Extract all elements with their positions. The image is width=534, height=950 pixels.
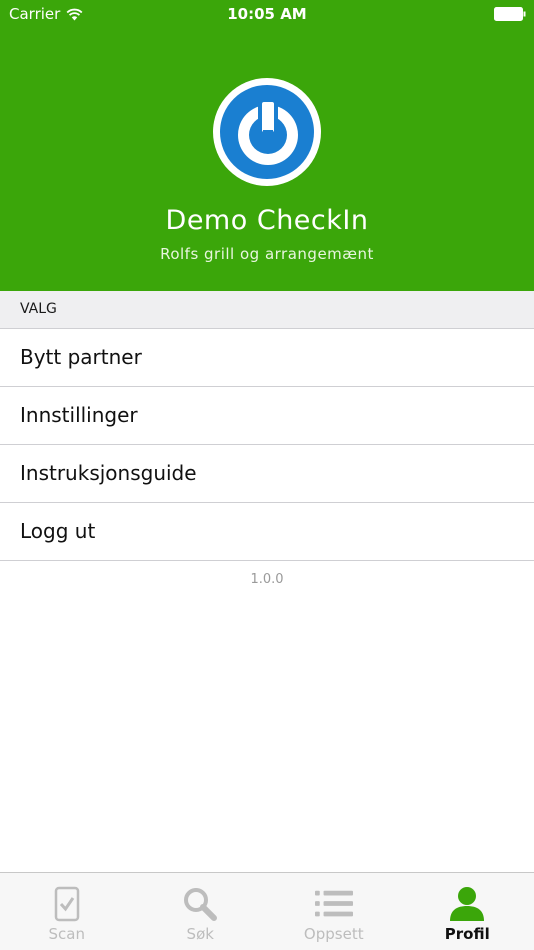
options-menu: Bytt partner Innstillinger Instruksjonsg…	[0, 329, 534, 561]
status-time: 10:05 AM	[227, 5, 307, 23]
menu-item-switch-partner[interactable]: Bytt partner	[0, 329, 534, 387]
menu-item-instruction-guide[interactable]: Instruksjonsguide	[0, 445, 534, 503]
tab-search[interactable]: Søk	[134, 873, 268, 950]
phone-check-icon	[48, 885, 86, 923]
tab-scan[interactable]: Scan	[0, 873, 134, 950]
status-bar: Carrier 10:05 AM	[0, 0, 534, 30]
menu-item-settings[interactable]: Innstillinger	[0, 387, 534, 445]
tab-search-label: Søk	[186, 925, 214, 943]
tab-profile-label: Profil	[444, 925, 490, 943]
profile-header: Carrier 10:05 AM Demo CheckIn Rolfs gril…	[0, 0, 534, 291]
tab-bar: Scan Søk Oppsett Profil	[0, 872, 534, 950]
menu-item-logout[interactable]: Logg ut	[0, 503, 534, 561]
partner-name: Rolfs grill og arrangemænt	[160, 245, 374, 263]
battery-icon	[494, 7, 526, 21]
search-icon	[181, 885, 219, 923]
person-icon	[448, 885, 486, 923]
app-logo	[213, 78, 321, 186]
tab-setup-label: Oppsett	[303, 925, 364, 943]
app-title: Demo CheckIn	[165, 205, 369, 236]
app-version: 1.0.0	[250, 572, 284, 587]
tab-scan-label: Scan	[48, 925, 85, 943]
tab-profile[interactable]: Profil	[401, 873, 534, 950]
section-header-valg: VALG	[0, 291, 534, 329]
list-icon	[314, 885, 353, 923]
tab-setup[interactable]: Oppsett	[267, 873, 401, 950]
power-logo-icon	[217, 82, 317, 182]
